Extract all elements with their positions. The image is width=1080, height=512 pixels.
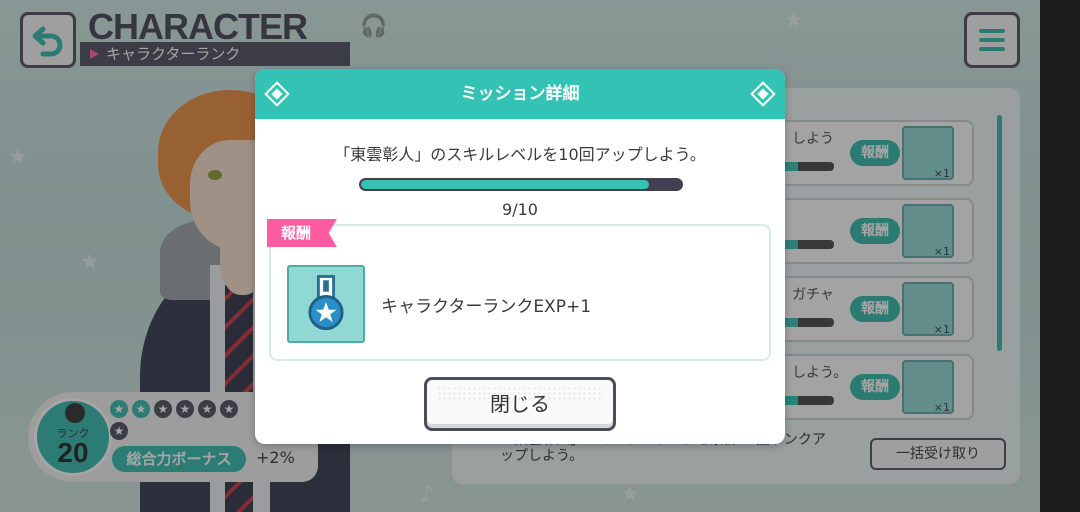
progress-fill (361, 180, 649, 189)
progress-text: 9/10 (502, 200, 538, 219)
reward-item-name: キャラクターランクEXP+1 (381, 297, 592, 317)
mission-detail-dialog: ミッション詳細 「東雲彰人」のスキルレベルを10回アップしよう。 9/10 報酬… (255, 69, 785, 444)
close-button-label: 閉じる (490, 392, 550, 416)
mission-progress-bar (359, 178, 683, 191)
mission-description: 「東雲彰人」のスキルレベルを10回アップしよう。 (334, 145, 706, 164)
dialog-title: ミッション詳細 (460, 84, 580, 104)
dialog-header: ミッション詳細 (255, 69, 785, 119)
medal-icon (287, 265, 365, 343)
close-button[interactable]: 閉じる (424, 377, 616, 431)
screen-edge (1040, 0, 1080, 512)
reward-tab: 報酬 (267, 219, 337, 247)
